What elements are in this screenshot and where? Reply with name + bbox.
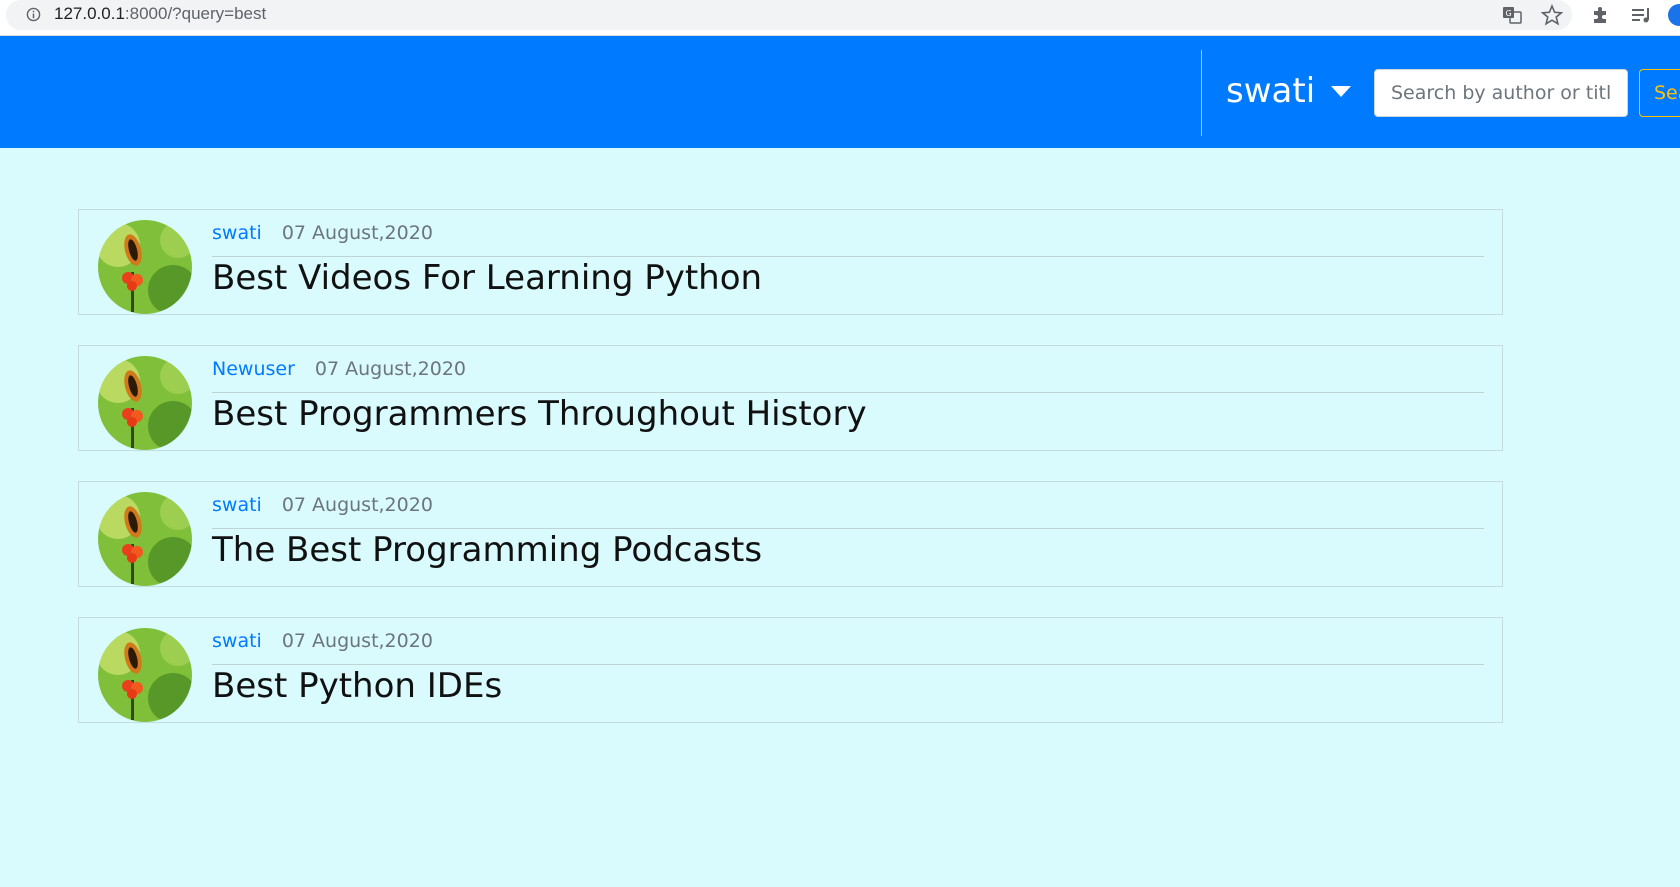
- search-button[interactable]: Search: [1639, 69, 1680, 117]
- post-title-link[interactable]: Best Python IDEs: [212, 666, 502, 706]
- butterfly-avatar-image: [98, 356, 192, 450]
- browser-toolbar: 127.0.0.1:8000/?query=best G: [0, 0, 1680, 36]
- info-icon[interactable]: [26, 7, 41, 22]
- post-author-link[interactable]: Newuser: [212, 358, 295, 380]
- post-card: Newuser 07 August,2020 Best Programmers …: [78, 345, 1503, 451]
- post-list: swati 07 August,2020 Best Videos For Lea…: [78, 209, 1503, 753]
- reading-list-icon[interactable]: [1630, 4, 1652, 26]
- post-date: 07 August,2020: [281, 494, 433, 516]
- svg-text:G: G: [1506, 9, 1512, 18]
- avatar[interactable]: [98, 356, 192, 450]
- user-dropdown[interactable]: swati: [1226, 66, 1352, 116]
- post-title-link[interactable]: Best Videos For Learning Python: [212, 258, 762, 298]
- post-card: swati 07 August,2020 Best Python IDEs: [78, 617, 1503, 723]
- avatar[interactable]: [98, 220, 192, 314]
- avatar[interactable]: [98, 492, 192, 586]
- url-text[interactable]: 127.0.0.1:8000/?query=best: [54, 4, 266, 24]
- avatar[interactable]: [98, 628, 192, 722]
- post-title-link[interactable]: Best Programmers Throughout History: [212, 394, 867, 434]
- post-card: swati 07 August,2020 The Best Programmin…: [78, 481, 1503, 587]
- puzzle-icon[interactable]: [1590, 4, 1612, 26]
- translate-icon[interactable]: G: [1501, 4, 1523, 26]
- post-author-link[interactable]: swati: [212, 222, 262, 244]
- url-path: :8000/?query=best: [124, 4, 267, 23]
- profile-icon[interactable]: [1668, 4, 1680, 26]
- post-card: swati 07 August,2020 Best Videos For Lea…: [78, 209, 1503, 315]
- navbar-divider: [1201, 50, 1202, 136]
- url-host: 127.0.0.1: [54, 4, 125, 23]
- post-date: 07 August,2020: [281, 222, 433, 244]
- post-date: 07 August,2020: [314, 358, 466, 380]
- search-input[interactable]: [1374, 69, 1628, 117]
- caret-down-icon: [1331, 85, 1352, 97]
- post-meta: swati 07 August,2020: [212, 494, 1484, 529]
- post-author-link[interactable]: swati: [212, 630, 262, 652]
- post-meta: Newuser 07 August,2020: [212, 358, 1484, 393]
- butterfly-avatar-image: [98, 220, 192, 314]
- butterfly-avatar-image: [98, 628, 192, 722]
- user-name: swati: [1226, 71, 1316, 111]
- address-bar[interactable]: 127.0.0.1:8000/?query=best: [6, 0, 1572, 30]
- post-meta: swati 07 August,2020: [212, 630, 1484, 665]
- butterfly-avatar-image: [98, 492, 192, 586]
- post-meta: swati 07 August,2020: [212, 222, 1484, 257]
- top-navbar: swati Search: [0, 36, 1680, 148]
- star-icon[interactable]: [1541, 4, 1563, 26]
- post-author-link[interactable]: swati: [212, 494, 262, 516]
- post-title-link[interactable]: The Best Programming Podcasts: [212, 530, 762, 570]
- post-date: 07 August,2020: [281, 630, 433, 652]
